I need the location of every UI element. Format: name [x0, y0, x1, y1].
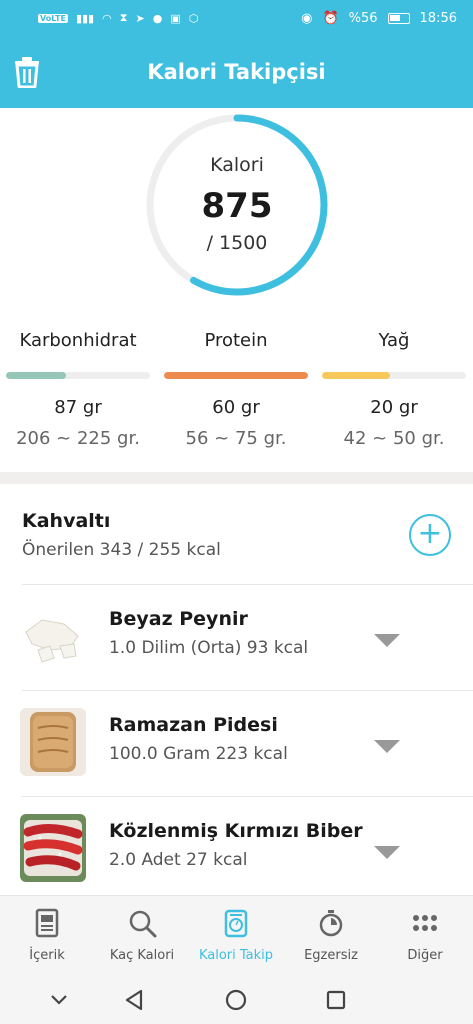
status-bar: VoLTE ▮▮▮ ◠ ⧗ ➤ ● ▣ ⬡ ◉ ⏰ %56 18:56	[0, 0, 473, 36]
macro-name: Karbonhidrat	[19, 330, 137, 351]
macro-progress-fill	[164, 372, 308, 379]
nav-item-content[interactable]: İçerik	[0, 896, 94, 976]
grid-dots-icon	[413, 915, 437, 931]
recent-apps-icon[interactable]	[321, 985, 351, 1015]
battery-percent: %56	[348, 10, 378, 26]
macros-section: Karbonhidrat 87 gr 206 ~ 225 gr. Protein…	[0, 330, 473, 470]
status-time: 18:56	[419, 10, 457, 26]
macro-progress-fill	[322, 372, 390, 379]
back-icon[interactable]	[120, 985, 150, 1015]
nav-label: Kalori Takip	[198, 948, 274, 963]
scale-icon	[224, 909, 248, 938]
page-title: Kalori Takipçisi	[147, 60, 326, 84]
macro-name: Protein	[204, 330, 268, 351]
macro-protein: Protein 60 gr 56 ~ 75 gr.	[162, 330, 310, 449]
macro-amount: 87 gr	[54, 397, 102, 418]
expand-arrow-icon[interactable]	[374, 740, 400, 753]
network-indicator: VoLTE	[38, 13, 68, 23]
food-detail: 1.0 Dilim (Orta) 93 kcal	[109, 638, 309, 658]
hide-keyboard-icon[interactable]	[44, 985, 74, 1015]
macro-progress-bar	[322, 372, 466, 379]
macro-name: Yağ	[378, 330, 410, 351]
nav-item-calorie-tracker[interactable]: Kalori Takip	[189, 896, 283, 976]
hourglass-icon: ⧗	[119, 11, 128, 24]
telegram-icon: ➤	[135, 11, 145, 25]
macro-range: 56 ~ 75 gr.	[185, 428, 287, 449]
signal-icon: ▮▮▮	[75, 11, 95, 25]
food-detail: 100.0 Gram 223 kcal	[109, 744, 288, 764]
row-divider	[22, 796, 473, 797]
nav-label: Egzersiz	[304, 948, 358, 963]
app-bar: Kalori Takipçisi	[0, 36, 473, 108]
expand-arrow-icon[interactable]	[374, 846, 400, 859]
calorie-label: Kalori	[210, 154, 264, 176]
calorie-summary: Kalori 875 / 1500	[144, 112, 330, 298]
calorie-value: 875	[201, 186, 273, 226]
macro-progress-fill	[6, 372, 67, 379]
document-icon	[35, 908, 59, 938]
search-icon	[129, 910, 157, 938]
nav-label: İçerik	[29, 948, 65, 963]
meal-header-breakfast: Kahvaltı Önerilen 343 / 255 kcal	[22, 510, 462, 570]
macro-range: 206 ~ 225 gr.	[16, 428, 140, 449]
bottom-navigation: İçerik Kaç Kalori Kalori Takip Egzersiz …	[0, 895, 473, 975]
food-detail: 2.0 Adet 27 kcal	[109, 850, 248, 870]
alarm-icon: ⏰	[322, 10, 339, 26]
vodafone-icon: ●	[152, 11, 163, 25]
macro-amount: 20 gr	[370, 397, 418, 418]
plus-icon: +	[417, 516, 443, 551]
section-divider	[0, 472, 473, 484]
row-divider	[22, 584, 473, 585]
nav-item-how-many-calories[interactable]: Kaç Kalori	[95, 896, 189, 976]
trash-icon[interactable]	[12, 56, 42, 89]
ramadan-pide-image	[20, 708, 86, 776]
food-name: Beyaz Peynir	[109, 608, 248, 630]
status-right: ◉ ⏰ %56 18:56	[301, 11, 457, 26]
roasted-red-pepper-image	[20, 814, 86, 882]
food-item[interactable]: Beyaz Peynir 1.0 Dilim (Orta) 93 kcal	[0, 584, 473, 690]
white-cheese-image	[20, 602, 86, 670]
home-icon[interactable]	[221, 985, 251, 1015]
macro-carbohydrate: Karbonhidrat 87 gr 206 ~ 225 gr.	[4, 330, 152, 449]
food-name: Közlenmiş Kırmızı Biber	[109, 820, 363, 842]
system-navigation-bar	[0, 975, 473, 1024]
nav-label: Kaç Kalori	[109, 948, 175, 963]
box-icon: ⬡	[188, 11, 199, 25]
macro-range: 42 ~ 50 gr.	[343, 428, 445, 449]
macro-progress-bar	[6, 372, 150, 379]
food-item[interactable]: Közlenmiş Kırmızı Biber 2.0 Adet 27 kcal	[0, 796, 473, 902]
nav-item-other[interactable]: Diğer	[378, 896, 472, 976]
meal-recommended: Önerilen 343 / 255 kcal	[22, 540, 221, 560]
macro-progress-bar	[164, 372, 308, 379]
eye-icon: ◉	[301, 10, 313, 26]
macro-amount: 60 gr	[212, 397, 260, 418]
meal-title: Kahvaltı	[22, 510, 111, 532]
status-left: VoLTE ▮▮▮ ◠ ⧗ ➤ ● ▣ ⬡	[38, 11, 198, 25]
macro-fat: Yağ 20 gr 42 ~ 50 gr.	[320, 330, 468, 449]
food-item[interactable]: Ramazan Pidesi 100.0 Gram 223 kcal	[0, 690, 473, 796]
add-food-button[interactable]: +	[409, 514, 451, 556]
battery-icon	[387, 12, 410, 24]
nav-label: Diğer	[407, 948, 443, 963]
gallery-icon: ▣	[170, 11, 181, 25]
wifi-icon: ◠	[102, 11, 112, 25]
stopwatch-icon	[319, 910, 343, 937]
calorie-target: / 1500	[206, 232, 268, 254]
nav-item-exercise[interactable]: Egzersiz	[284, 896, 378, 976]
row-divider	[22, 690, 473, 691]
expand-arrow-icon[interactable]	[374, 634, 400, 647]
food-name: Ramazan Pidesi	[109, 714, 278, 736]
